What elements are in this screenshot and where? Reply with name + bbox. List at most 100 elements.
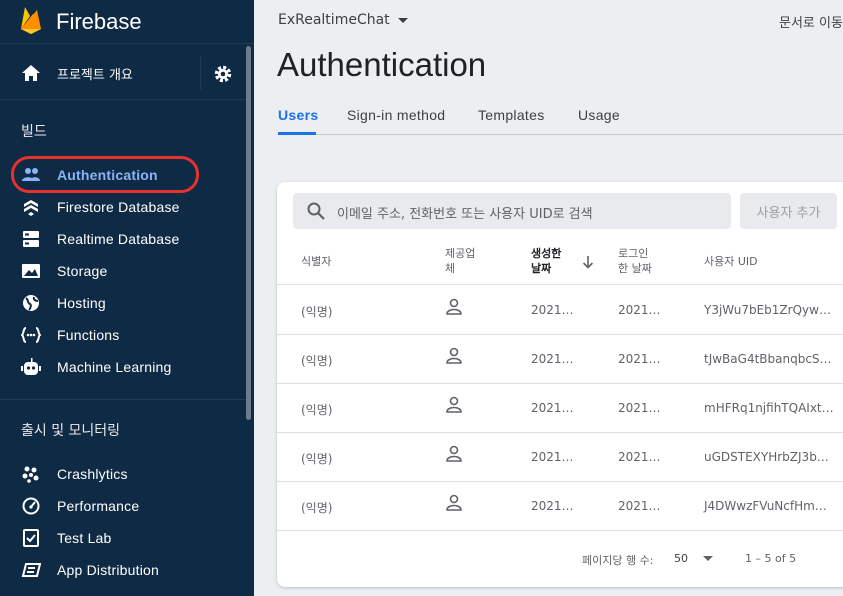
- table-row[interactable]: (익명) 2021… 2021… J4DWwzFVuNcfHm…: [277, 482, 843, 531]
- cell-identifier: (익명): [301, 452, 333, 466]
- project-overview-label: 프로젝트 개요: [57, 68, 133, 83]
- sidebar-item-hosting[interactable]: Hosting: [0, 288, 246, 318]
- cell-uid: mHFRq1njfihTQAIxt…: [704, 401, 834, 415]
- page-title: Authentication: [277, 46, 487, 83]
- tab-bar: Users Sign-in method Templates Usage: [278, 107, 843, 135]
- sidebar-item-label: Hosting: [57, 295, 106, 311]
- column-header-uid[interactable]: 사용자 UID: [704, 254, 758, 269]
- anonymous-user-icon: [446, 445, 462, 462]
- sidebar-item-crashlytics[interactable]: Crashlytics: [0, 459, 246, 489]
- people-icon: [22, 168, 40, 181]
- pagination-range: 1 – 5 of 5: [745, 552, 797, 565]
- rows-per-page-label: 페이지당 행 수:: [582, 554, 654, 567]
- cell-signed-in: 2021…: [618, 450, 661, 464]
- speedometer-icon: [22, 497, 40, 515]
- sidebar-item-label: Test Lab: [57, 530, 112, 546]
- sidebar-scrollbar[interactable]: [246, 46, 251, 420]
- cell-created: 2021…: [531, 450, 574, 464]
- functions-icon: [21, 327, 41, 343]
- cell-created: 2021…: [531, 401, 574, 415]
- table-row[interactable]: (익명) 2021… 2021… tJwBaG4tBbanqbcS…: [277, 335, 843, 384]
- cell-identifier: (익명): [301, 403, 333, 417]
- tab-sign-in-method[interactable]: Sign-in method: [347, 107, 445, 123]
- table-header: 식별자 제공업체 생성한 날짜 로그인한 날짜 사용자 UID: [277, 237, 843, 285]
- active-tab-indicator: [278, 132, 316, 135]
- sidebar-item-firestore[interactable]: Firestore Database: [0, 192, 246, 222]
- column-header-provider[interactable]: 제공업체: [445, 246, 483, 276]
- cell-signed-in: 2021…: [618, 303, 661, 317]
- cell-identifier: (익명): [301, 501, 333, 515]
- sidebar-item-label: Firestore Database: [57, 199, 180, 215]
- divider: [200, 56, 201, 90]
- anonymous-user-icon: [446, 347, 462, 364]
- gear-icon[interactable]: [213, 64, 233, 84]
- column-header-signed-in[interactable]: 로그인한 날짜: [618, 246, 656, 276]
- column-header-created[interactable]: 생성한 날짜: [531, 246, 567, 276]
- cell-created: 2021…: [531, 499, 574, 513]
- table-row[interactable]: (익명) 2021… 2021… uGDSTEXYHrbZJ3b…: [277, 433, 843, 482]
- arrow-down-icon[interactable]: [582, 255, 594, 269]
- sidebar-item-label: Machine Learning: [57, 359, 172, 375]
- table-row[interactable]: (익명) 2021… 2021… Y3jWu7bEb1ZrQyw…: [277, 286, 843, 335]
- cell-created: 2021…: [531, 303, 574, 317]
- firebase-logo-icon: [21, 7, 41, 34]
- sidebar-item-test-lab[interactable]: Test Lab: [0, 523, 246, 553]
- firestore-icon: [24, 200, 38, 216]
- anonymous-user-icon: [446, 298, 462, 315]
- rows-per-page-select[interactable]: 50: [674, 552, 688, 565]
- checklist-icon: [23, 529, 39, 547]
- project-name: ExRealtimeChat: [278, 12, 390, 28]
- globe-icon: [23, 295, 39, 311]
- chevron-down-icon[interactable]: [703, 556, 713, 561]
- tab-users[interactable]: Users: [278, 107, 318, 123]
- search-input[interactable]: 이메일 주소, 전화번호 또는 사용자 UID로 검색: [293, 193, 731, 229]
- brand-header[interactable]: Firebase: [0, 0, 254, 44]
- cell-uid: J4DWwzFVuNcfHm…: [704, 499, 827, 513]
- sidebar-item-app-distribution[interactable]: App Distribution: [0, 555, 246, 585]
- cell-signed-in: 2021…: [618, 352, 661, 366]
- cell-identifier: (익명): [301, 354, 333, 368]
- search-icon: [307, 202, 325, 220]
- robot-icon: [21, 358, 41, 375]
- distribution-icon: [21, 563, 41, 577]
- sidebar-item-storage[interactable]: Storage: [0, 256, 246, 286]
- cell-uid: uGDSTEXYHrbZJ3b…: [704, 450, 829, 464]
- section-divider: [0, 399, 246, 400]
- sidebar-item-realtime-database[interactable]: Realtime Database: [0, 224, 246, 254]
- sidebar-item-label: Storage: [57, 263, 108, 279]
- cell-identifier: (익명): [301, 305, 333, 319]
- project-overview[interactable]: 프로젝트 개요: [0, 45, 246, 100]
- crashlytics-icon: [22, 466, 39, 483]
- brand-name: Firebase: [56, 9, 142, 34]
- table-row[interactable]: (익명) 2021… 2021… mHFRq1njfihTQAIxt…: [277, 384, 843, 433]
- main-content: ExRealtimeChat 문서로 이동 Authentication Use…: [254, 0, 843, 596]
- column-header-identifier[interactable]: 식별자: [301, 254, 331, 269]
- database-icon: [23, 231, 39, 247]
- sidebar-item-label: Performance: [57, 498, 140, 514]
- project-selector[interactable]: ExRealtimeChat: [278, 12, 408, 28]
- tab-usage[interactable]: Usage: [578, 107, 620, 123]
- pagination: 페이지당 행 수: 50 1 – 5 of 5: [277, 542, 843, 572]
- sidebar-item-label: Realtime Database: [57, 231, 180, 247]
- sidebar-item-label: Functions: [57, 327, 120, 343]
- sidebar-item-machine-learning[interactable]: Machine Learning: [0, 352, 246, 382]
- sidebar-item-authentication[interactable]: Authentication: [0, 160, 246, 190]
- sidebar-item-functions[interactable]: Functions: [0, 320, 246, 350]
- chevron-down-icon: [397, 17, 408, 23]
- docs-link[interactable]: 문서로 이동: [779, 12, 843, 31]
- section-title-build: 빌드: [21, 124, 47, 140]
- sidebar-item-label: Crashlytics: [57, 466, 128, 482]
- tab-templates[interactable]: Templates: [478, 107, 545, 123]
- anonymous-user-icon: [446, 494, 462, 511]
- add-user-button[interactable]: 사용자 추가: [740, 193, 837, 229]
- sidebar: Firebase 프로젝트 개요 빌드 Authentication Fires…: [0, 0, 254, 596]
- anonymous-user-icon: [446, 396, 462, 413]
- cell-uid: tJwBaG4tBbanqbcS…: [704, 352, 832, 366]
- sidebar-item-label: Authentication: [57, 167, 158, 183]
- cell-signed-in: 2021…: [618, 499, 661, 513]
- cell-signed-in: 2021…: [618, 401, 661, 415]
- sidebar-item-label: App Distribution: [57, 562, 160, 578]
- sidebar-item-performance[interactable]: Performance: [0, 491, 246, 521]
- users-card: 이메일 주소, 전화번호 또는 사용자 UID로 검색 사용자 추가 식별자 제…: [277, 182, 843, 587]
- cell-created: 2021…: [531, 352, 574, 366]
